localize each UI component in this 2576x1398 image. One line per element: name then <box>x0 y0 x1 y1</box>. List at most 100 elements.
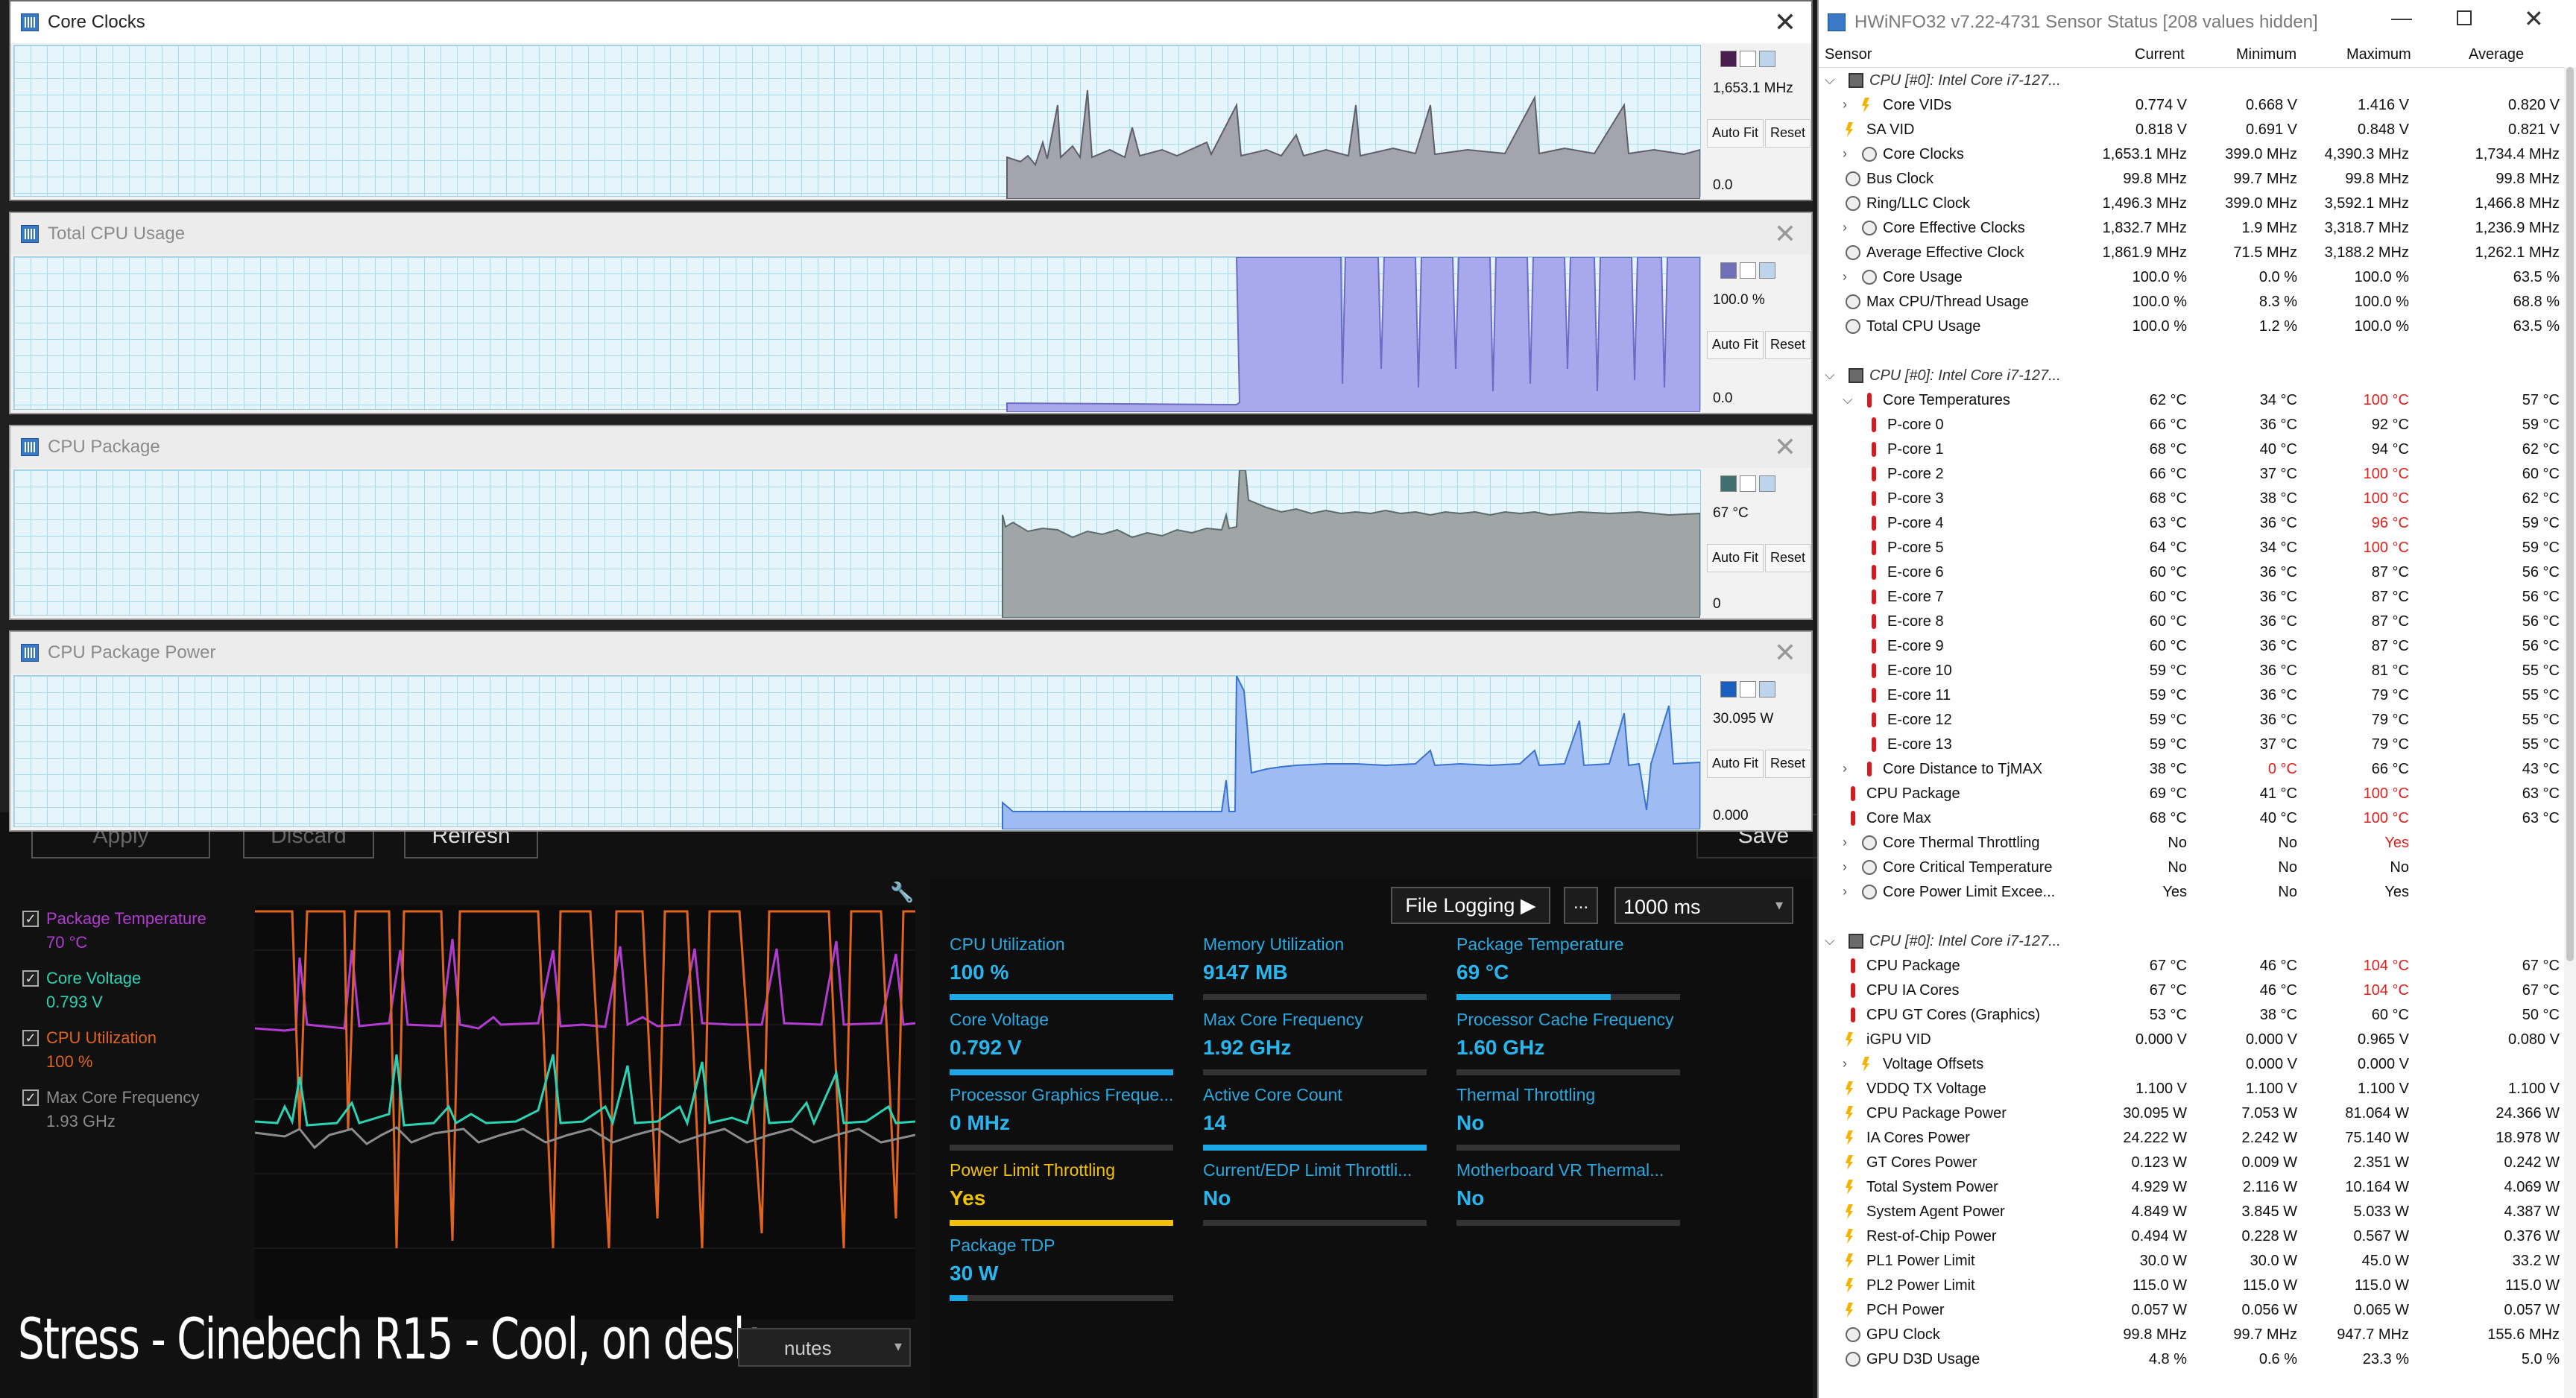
color-swatch[interactable] <box>1720 51 1737 67</box>
sensor-row[interactable]: › Core Thermal Throttling No No Yes <box>1819 831 2564 855</box>
close-icon[interactable]: ✕ <box>1774 6 1796 39</box>
checkbox-icon[interactable]: ✓ <box>22 911 39 927</box>
legend-item-max-core-frequency[interactable]: ✓ Max Core Frequency 1.93 GHz <box>22 1088 199 1131</box>
time-range-select[interactable]: nutes ▾ <box>738 1328 911 1367</box>
sensor-row[interactable]: GPU Clock 99.8 MHz 99.7 MHz 947.7 MHz 155.6 … <box>1819 1323 2564 1347</box>
sensor-row[interactable]: P-core 1 68 °C 40 °C 94 °C 62 °C <box>1819 437 2564 462</box>
sensor-row[interactable]: E-core 10 59 °C 36 °C 81 °C 55 °C <box>1819 659 2564 683</box>
sensor-row[interactable]: › Core Critical Temperature No No No <box>1819 855 2564 880</box>
sensor-row[interactable]: CPU Package 67 °C 46 °C 104 °C 67 °C <box>1819 954 2564 978</box>
sensor-row[interactable]: E-core 7 60 °C 36 °C 87 °C 56 °C <box>1819 585 2564 610</box>
sensor-row[interactable]: › Voltage Offsets 0.000 V 0.000 V <box>1819 1052 2564 1077</box>
title-bar[interactable]: CPU Package ✕ <box>10 426 1811 468</box>
sensor-row[interactable]: E-core 8 60 °C 36 °C 87 °C 56 °C <box>1819 610 2564 634</box>
auto-fit-button[interactable]: Auto Fit <box>1707 544 1764 572</box>
sensor-row[interactable]: E-core 11 59 °C 36 °C 79 °C 55 °C <box>1819 683 2564 708</box>
sensor-row[interactable]: System Agent Power 4.849 W 3.845 W 5.033 W 4… <box>1819 1200 2564 1224</box>
legend-item-package-temperature[interactable]: ✓ Package Temperature 70 °C <box>22 909 206 952</box>
sensor-row[interactable]: Total System Power 4.929 W 2.116 W 10.164 W… <box>1819 1175 2564 1200</box>
reset-button[interactable]: Reset <box>1765 331 1811 359</box>
more-options-button[interactable]: ... <box>1564 887 1598 924</box>
sensor-row[interactable]: GT Cores Power 0.123 W 0.009 W 2.351 W 0.242… <box>1819 1151 2564 1175</box>
expand-icon[interactable]: › <box>1843 835 1847 850</box>
graph-window-cpu-package[interactable]: CPU Package ✕ 67 °C Auto Fit Reset 0 <box>9 425 1813 620</box>
reset-button[interactable]: Reset <box>1765 750 1811 778</box>
sensor-row[interactable]: VDDQ TX Voltage 1.100 V 1.100 V 1.100 V 1.10… <box>1819 1077 2564 1101</box>
graph-window-total-cpu-usage[interactable]: Total CPU Usage ✕ 100.0 % Auto Fit Reset… <box>9 212 1813 414</box>
sensor-row[interactable]: Ring/LLC Clock 1,496.3 MHz 399.0 MHz 3,592.… <box>1819 192 2564 216</box>
minimize-icon[interactable]: — <box>2391 6 2412 30</box>
color-swatch-white[interactable] <box>1740 51 1756 67</box>
sensor-row[interactable]: PL2 Power Limit 115.0 W 115.0 W 115.0 W 115.… <box>1819 1274 2564 1298</box>
sensor-row[interactable]: P-core 4 63 °C 36 °C 96 °C 59 °C <box>1819 511 2564 536</box>
sensor-row[interactable]: P-core 0 66 °C 36 °C 92 °C 59 °C <box>1819 413 2564 437</box>
color-swatch-white[interactable] <box>1740 262 1756 279</box>
expand-icon[interactable]: › <box>1843 146 1847 162</box>
sensor-row[interactable]: CPU GT Cores (Graphics) 53 °C 38 °C 60 °C 50… <box>1819 1003 2564 1028</box>
sensor-row[interactable]: P-core 5 64 °C 34 °C 100 °C 59 °C <box>1819 536 2564 560</box>
column-minimum[interactable]: Minimum <box>2236 46 2296 63</box>
color-swatch-white[interactable] <box>1740 475 1756 492</box>
color-swatch-white[interactable] <box>1740 681 1756 698</box>
title-bar[interactable]: Total CPU Usage ✕ <box>10 213 1811 255</box>
sensor-row[interactable]: Rest-of-Chip Power 0.494 W 0.228 W 0.567 W 0… <box>1819 1224 2564 1249</box>
auto-fit-button[interactable]: Auto Fit <box>1707 331 1764 359</box>
expand-icon[interactable]: › <box>1843 1056 1847 1072</box>
graph-window-cpu-package-power[interactable]: CPU Package Power ✕ 30.095 W Auto Fit Re… <box>9 630 1813 832</box>
sensor-row[interactable]: › Core Power Limit Excee... Yes No Yes <box>1819 880 2564 905</box>
sensor-row[interactable]: E-core 13 59 °C 37 °C 79 °C 55 °C <box>1819 733 2564 757</box>
close-icon[interactable]: ✕ <box>1774 218 1796 250</box>
sensor-row[interactable]: Bus Clock 99.8 MHz 99.7 MHz 99.8 MHz 99.8 MH… <box>1819 167 2564 192</box>
sensor-row[interactable]: Average Effective Clock 1,861.9 MHz 71.5 M… <box>1819 241 2564 265</box>
sensor-group[interactable]: ⌵ CPU [#0]: Intel Core i7-127... <box>1819 69 2564 93</box>
hwinfo-sensor-window[interactable]: HWiNFO32 v7.22-4731 Sensor Status [208 v… <box>1817 0 2576 1398</box>
sensor-row[interactable]: Total CPU Usage 100.0 % 1.2 % 100.0 % 63.5 % <box>1819 314 2564 339</box>
collapse-icon[interactable]: ⌵ <box>1825 367 1835 383</box>
color-swatch[interactable] <box>1720 262 1737 279</box>
scrollbar[interactable] <box>2564 67 2576 1398</box>
graph-window-core-clocks[interactable]: Core Clocks ✕ 1,653.1 MHz Auto Fit Reset… <box>9 0 1813 201</box>
sensor-row[interactable]: › Core Clocks 1,653.1 MHz 399.0 MHz 4,390.3 … <box>1819 142 2564 167</box>
expand-icon[interactable]: › <box>1843 884 1847 899</box>
sensor-row[interactable]: ⌵ Core Temperatures 62 °C 34 °C 100 °C 57 °C <box>1819 388 2564 413</box>
sensor-row[interactable]: › Core Effective Clocks 1,832.7 MHz 1.9 MHz… <box>1819 216 2564 241</box>
color-swatch-light[interactable] <box>1759 681 1775 698</box>
checkbox-icon[interactable]: ✓ <box>22 1089 39 1106</box>
column-maximum[interactable]: Maximum <box>2346 46 2411 63</box>
title-bar[interactable]: HWiNFO32 v7.22-4731 Sensor Status [208 v… <box>1819 0 2576 45</box>
sensor-row[interactable]: CPU Package Power 30.095 W 7.053 W 81.064 W… <box>1819 1101 2564 1126</box>
column-current[interactable]: Current <box>2135 46 2185 63</box>
sensor-row[interactable]: › Core Distance to TjMAX 38 °C 0 °C 66 °C 43 … <box>1819 757 2564 782</box>
sensor-row[interactable]: CPU IA Cores 67 °C 46 °C 104 °C 67 °C <box>1819 978 2564 1003</box>
sensor-row[interactable]: IA Cores Power 24.222 W 2.242 W 75.140 W 18.… <box>1819 1126 2564 1151</box>
title-bar[interactable]: CPU Package Power ✕ <box>10 632 1811 674</box>
sensor-row[interactable]: P-core 3 68 °C 38 °C 100 °C 62 °C <box>1819 487 2564 511</box>
color-swatch-light[interactable] <box>1759 51 1775 67</box>
expand-icon[interactable]: › <box>1843 269 1847 285</box>
expand-icon[interactable]: › <box>1843 761 1847 777</box>
expand-icon[interactable]: › <box>1843 220 1847 235</box>
color-swatch[interactable] <box>1720 681 1737 698</box>
color-swatch-light[interactable] <box>1759 475 1775 492</box>
sensor-row[interactable]: E-core 6 60 °C 36 °C 87 °C 56 °C <box>1819 560 2564 585</box>
color-swatch-light[interactable] <box>1759 262 1775 279</box>
file-logging-button[interactable]: File Logging ▶ <box>1391 887 1550 924</box>
sensor-row[interactable]: iGPU VID 0.000 V 0.000 V 0.965 V 0.080 V <box>1819 1028 2564 1052</box>
close-icon[interactable]: ✕ <box>1774 636 1796 669</box>
column-header[interactable]: Sensor Current Minimum Maximum Average <box>1819 45 2576 67</box>
sensor-row[interactable]: SA VID 0.818 V 0.691 V 0.848 V 0.821 V <box>1819 118 2564 142</box>
reset-button[interactable]: Reset <box>1765 544 1811 572</box>
sensor-row[interactable]: CPU Package 69 °C 41 °C 100 °C 63 °C <box>1819 782 2564 806</box>
sensor-row[interactable]: › Core Usage 100.0 % 0.0 % 100.0 % 63.5 % <box>1819 265 2564 290</box>
column-average[interactable]: Average <box>2469 46 2524 63</box>
column-sensor[interactable]: Sensor <box>1825 46 1872 63</box>
sensor-row[interactable]: PL1 Power Limit 30.0 W 30.0 W 45.0 W 33.2 W <box>1819 1249 2564 1274</box>
sensor-row[interactable]: GPU D3D Usage 4.8 % 0.6 % 23.3 % 5.0 % <box>1819 1347 2564 1372</box>
color-swatch[interactable] <box>1720 475 1737 492</box>
checkbox-icon[interactable]: ✓ <box>22 1030 39 1046</box>
auto-fit-button[interactable]: Auto Fit <box>1707 119 1764 148</box>
auto-fit-button[interactable]: Auto Fit <box>1707 750 1764 778</box>
scrollbar-thumb[interactable] <box>2566 67 2574 961</box>
expand-icon[interactable]: › <box>1843 97 1847 113</box>
close-icon[interactable]: ✕ <box>2524 4 2544 33</box>
